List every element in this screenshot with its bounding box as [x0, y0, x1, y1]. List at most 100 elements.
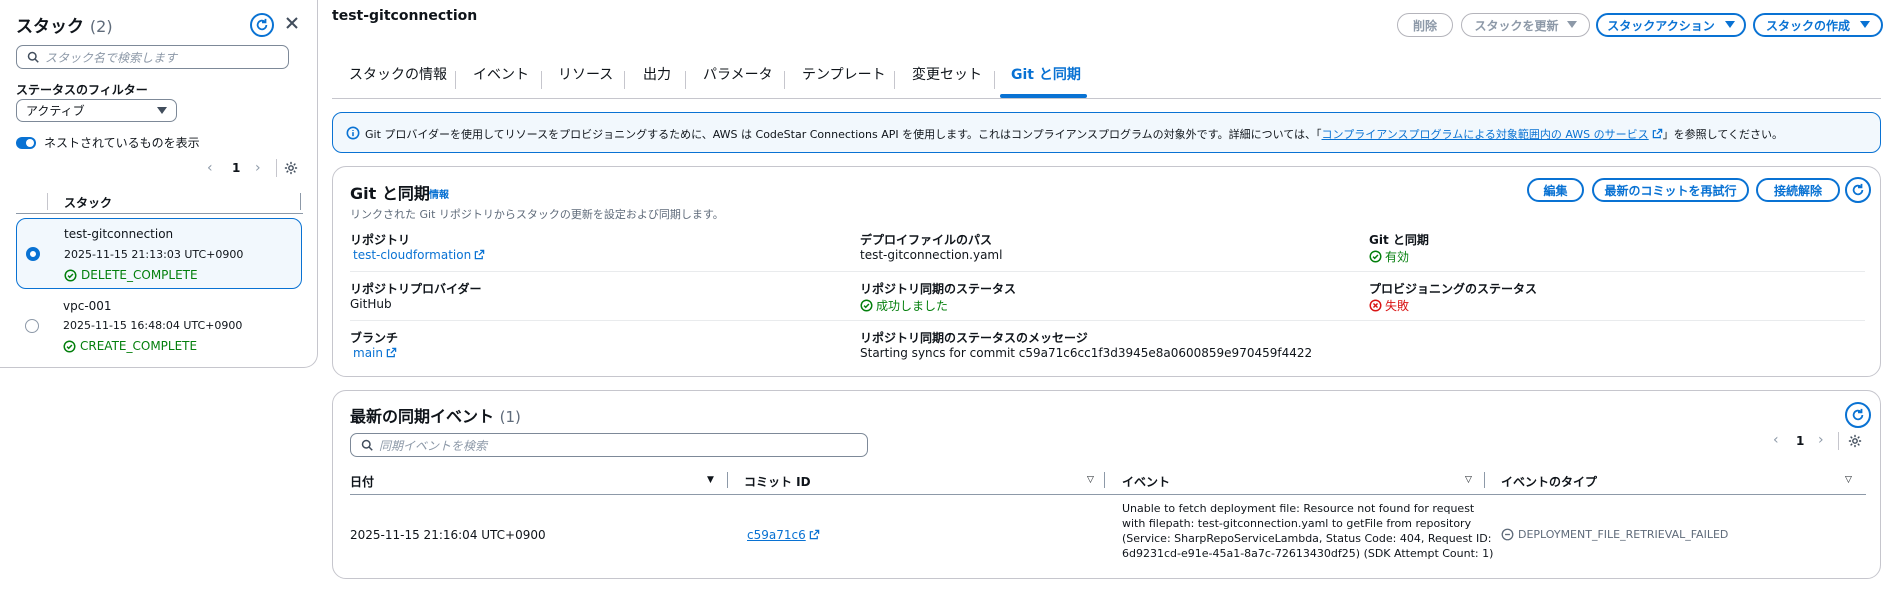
- status-filter-select[interactable]: アクティブ: [16, 99, 177, 122]
- stack-row[interactable]: test-gitconnection 2025-11-15 21:13:03 U…: [16, 218, 302, 289]
- event-message-line: (Service: SharpRepoServiceLambda, Status…: [1122, 532, 1492, 545]
- deploy-path-value: test-gitconnection.yaml: [860, 248, 1003, 262]
- column-header-date[interactable]: 日付: [350, 473, 374, 490]
- external-link-icon: [1652, 128, 1662, 139]
- sync-events-title: 最新の同期イベント (1): [350, 403, 521, 427]
- stack-date: 2025-11-15 21:13:03 UTC+0900: [64, 248, 244, 261]
- tab-events[interactable]: イベント: [473, 64, 529, 98]
- refresh-button[interactable]: [1845, 177, 1871, 203]
- stack-name[interactable]: test-gitconnection: [64, 227, 173, 241]
- sort-icon[interactable]: ▽: [1087, 475, 1094, 485]
- stack-status: DELETE_COMPLETE: [64, 268, 198, 282]
- tab-git-sync[interactable]: Git と同期: [1011, 64, 1081, 98]
- tab-change-sets[interactable]: 変更セット: [912, 64, 982, 98]
- success-icon: [860, 299, 873, 312]
- refresh-icon: [1852, 183, 1864, 196]
- external-link-icon: [474, 249, 485, 260]
- repo-sync-status-text: 成功しました: [876, 299, 949, 313]
- caret-down-icon: [1566, 21, 1577, 28]
- settings-button[interactable]: [284, 161, 298, 178]
- column-header-commit[interactable]: コミット ID: [744, 473, 811, 490]
- caret-down-icon: [1860, 21, 1870, 28]
- nested-toggle-row: ネストされているものを表示: [16, 134, 200, 151]
- stack-radio[interactable]: [25, 319, 39, 333]
- sync-events-panel: 最新の同期イベント (1) 同期イベントを検索 ‹ 1 › 日付 ▼ コミット …: [332, 390, 1881, 579]
- sort-icon[interactable]: ▽: [1845, 475, 1852, 485]
- current-page[interactable]: 1: [1796, 434, 1804, 448]
- close-button[interactable]: [284, 15, 302, 33]
- retry-commit-button[interactable]: 最新のコミットを再試行: [1592, 178, 1749, 202]
- column-header-event[interactable]: イベント: [1122, 473, 1170, 490]
- update-stack-button[interactable]: スタックを更新: [1461, 13, 1590, 37]
- next-page-icon[interactable]: ›: [1818, 432, 1824, 448]
- create-stack-button[interactable]: スタックの作成: [1753, 13, 1883, 37]
- stack-search-input[interactable]: スタック名で検索します: [16, 45, 289, 69]
- tab-stack-info[interactable]: スタックの情報: [349, 64, 447, 98]
- caret-down-icon: [1724, 21, 1735, 28]
- edit-button[interactable]: 編集: [1527, 178, 1584, 202]
- branch-label: ブランチ: [350, 331, 399, 345]
- sync-message-label: リポジトリ同期のステータスのメッセージ: [860, 331, 1088, 345]
- event-search-input[interactable]: 同期イベントを検索: [350, 433, 868, 457]
- repo-sync-status: 成功しました: [860, 297, 948, 314]
- tab-parameters[interactable]: パラメータ: [703, 64, 773, 98]
- divider: [16, 213, 303, 214]
- git-sync-status: 有効: [1369, 248, 1409, 265]
- event-message-line: 6d9231cd-e91e-45a1-8a7c-72613430df25) (S…: [1122, 547, 1494, 560]
- success-icon: [64, 268, 77, 282]
- compliance-link[interactable]: コンプライアンスプログラムによる対象範囲内の AWS のサービス: [1322, 128, 1649, 141]
- repository-label: リポジトリ: [350, 233, 411, 247]
- git-sync-title: Git と同期: [350, 184, 430, 203]
- tab-resources[interactable]: リソース: [558, 64, 613, 98]
- git-sync-panel: Git と同期 情報 リンクされた Git リポジトリからスタックの更新を設定お…: [332, 166, 1881, 377]
- divider: [1838, 432, 1839, 450]
- disconnect-label: 接続解除: [1773, 183, 1822, 198]
- stack-date: 2025-11-15 16:48:04 UTC+0900: [63, 319, 243, 332]
- divider: [350, 271, 1865, 272]
- info-link[interactable]: 情報: [429, 186, 449, 201]
- prev-page-icon[interactable]: ‹: [1773, 432, 1779, 448]
- repository-link[interactable]: test-cloudformation: [353, 248, 471, 262]
- tab-outputs[interactable]: 出力: [643, 64, 671, 98]
- sort-icon[interactable]: ▽: [1465, 475, 1472, 485]
- tab-template[interactable]: テンプレート: [802, 64, 886, 98]
- stack-list-panel: スタック (2) スタック名で検索します ステータスのフィルター アクティブ ネ…: [0, 0, 318, 368]
- delete-button[interactable]: 削除: [1397, 13, 1453, 37]
- status-filter-label: ステータスのフィルター: [16, 83, 148, 97]
- column-header-event-type[interactable]: イベントのタイプ: [1501, 473, 1597, 490]
- stack-row[interactable]: vpc-001 2025-11-15 16:48:04 UTC+0900 CRE…: [16, 292, 302, 358]
- repo-sync-status-label: リポジトリ同期のステータス: [860, 282, 1017, 296]
- close-icon: [286, 17, 298, 29]
- sync-events-count: (1): [499, 408, 521, 426]
- commit-link[interactable]: c59a71c6: [747, 528, 806, 542]
- stopped-icon: [1501, 528, 1514, 541]
- git-sync-status-label: Git と同期: [1369, 233, 1429, 247]
- divider: [350, 494, 1866, 495]
- branch-link[interactable]: main: [353, 346, 383, 360]
- error-icon: [1369, 299, 1382, 312]
- current-page[interactable]: 1: [232, 161, 240, 175]
- stack-status-text: DELETE_COMPLETE: [81, 268, 198, 282]
- info-banner: Git プロバイダーを使用してリソースをプロビジョニングするために、AWS は …: [332, 112, 1881, 153]
- event-type: DEPLOYMENT_FILE_RETRIEVAL_FAILED: [1501, 528, 1728, 541]
- disconnect-button[interactable]: 接続解除: [1756, 178, 1840, 202]
- next-page-icon[interactable]: ›: [255, 160, 261, 176]
- prev-page-icon[interactable]: ‹: [207, 160, 213, 176]
- search-icon: [27, 51, 39, 63]
- nested-toggle[interactable]: [16, 136, 36, 149]
- sort-desc-icon[interactable]: ▼: [707, 475, 714, 485]
- stack-radio-selected[interactable]: [26, 247, 40, 261]
- update-stack-label: スタックを更新: [1474, 18, 1559, 33]
- deploy-path-label: デプロイファイルのパス: [860, 233, 993, 247]
- stack-actions-button[interactable]: スタックアクション: [1596, 13, 1746, 37]
- refresh-icon: [1852, 408, 1864, 421]
- event-commit: c59a71c6: [747, 528, 820, 542]
- stack-status: CREATE_COMPLETE: [63, 339, 197, 353]
- stack-name[interactable]: vpc-001: [63, 299, 112, 313]
- info-icon: [346, 126, 360, 140]
- refresh-button[interactable]: [1845, 402, 1871, 428]
- retry-commit-label: 最新のコミットを再試行: [1604, 183, 1737, 198]
- event-message-line: with filepath: test-gitconnection.yaml t…: [1122, 517, 1472, 530]
- settings-button[interactable]: [1848, 434, 1862, 451]
- refresh-button[interactable]: [250, 13, 274, 37]
